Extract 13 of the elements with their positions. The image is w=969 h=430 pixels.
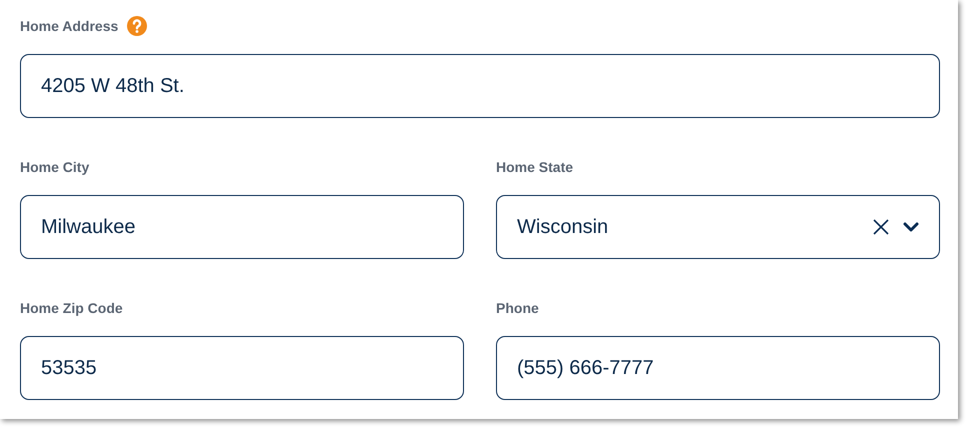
selected-value: Wisconsin [517, 216, 610, 238]
clear-icon[interactable] [873, 219, 889, 235]
input-field[interactable]: 53535 [20, 336, 464, 400]
field-label: Home Address [20, 18, 118, 34]
field-label: Home Zip Code [20, 300, 123, 316]
state-dropdown[interactable]: Wisconsin [496, 195, 940, 259]
input-field[interactable]: 4205 W 48th St. [20, 54, 940, 118]
chevron-down-icon[interactable] [903, 222, 919, 232]
field-label: Home State [496, 159, 574, 175]
input-field[interactable]: Milwaukee [20, 195, 464, 259]
input-field[interactable]: (555) 666-7777 [496, 336, 940, 400]
field-label: Home City [20, 159, 90, 175]
field-label: Phone [496, 300, 539, 316]
